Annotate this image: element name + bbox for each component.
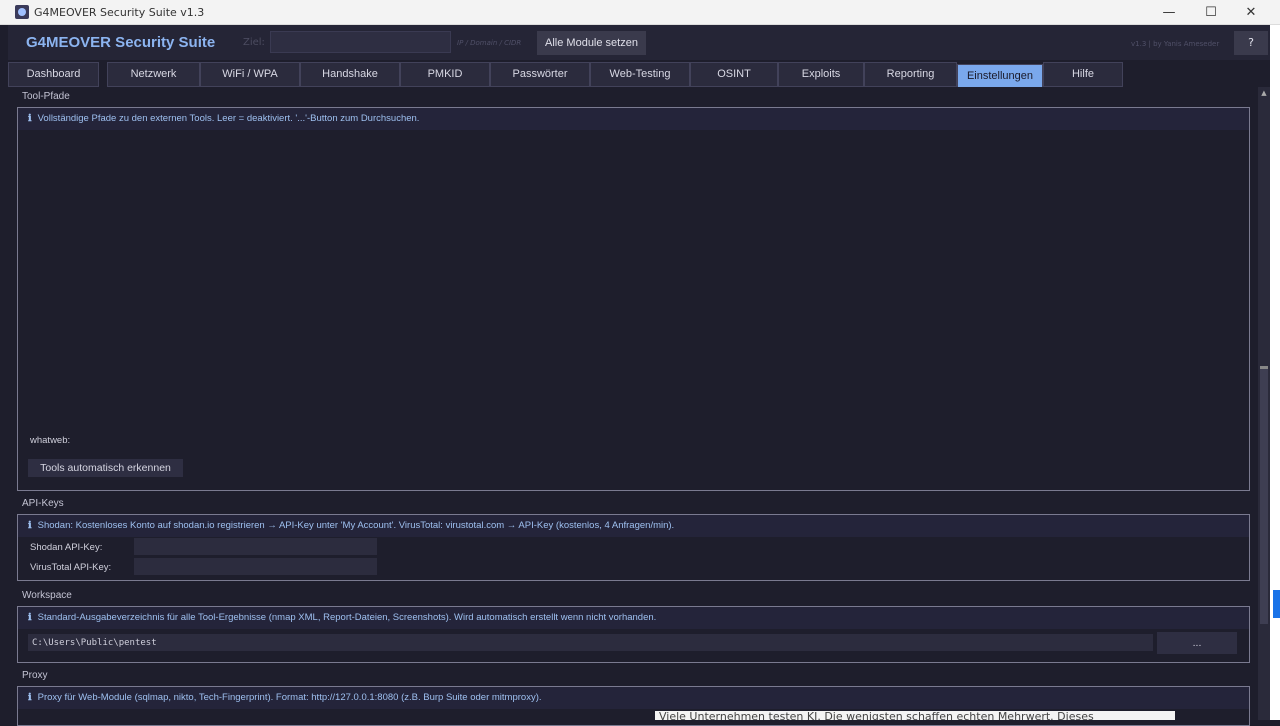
scroll-up-arrow-icon[interactable]: ▲ — [1258, 87, 1270, 99]
api-keys-info-text: Shodan: Kostenloses Konto auf shodan.io … — [37, 520, 675, 531]
background-window-edge — [1270, 25, 1280, 720]
tab-reporting[interactable]: Reporting — [864, 62, 957, 87]
tab-netzwerk[interactable]: Netzwerk — [107, 62, 200, 87]
tab-wifi-wpa[interactable]: WiFi / WPA — [200, 62, 300, 87]
workspace-path-input[interactable] — [28, 634, 1153, 651]
virustotal-key-input[interactable] — [134, 558, 377, 575]
app-icon — [15, 5, 29, 19]
tab-exploits[interactable]: Exploits — [778, 62, 864, 87]
api-keys-title: API-Keys — [22, 498, 64, 509]
set-all-modules-button[interactable]: Alle Module setzen — [537, 31, 646, 55]
proxy-title: Proxy — [22, 670, 48, 681]
app-logo: G4MEOVER Security Suite — [26, 34, 216, 51]
shodan-key-input[interactable] — [134, 538, 377, 555]
api-keys-info: ℹ Shodan: Kostenloses Konto auf shodan.io… — [18, 515, 1249, 537]
tool-paths-info: ℹ Vollständige Pfade zu den externen Tool… — [18, 108, 1249, 130]
whatweb-label: whatweb: — [30, 435, 71, 446]
version-label: v1.3 | by Yanis Ameseder — [1131, 40, 1220, 48]
workspace-group: ℹ Standard-Ausgabeverzeichnis für alle To… — [17, 606, 1250, 663]
workspace-title: Workspace — [22, 590, 72, 601]
tool-paths-info-text: Vollständige Pfade zu den externen Tools… — [37, 113, 420, 124]
workspace-info: ℹ Standard-Ausgabeverzeichnis für alle To… — [18, 607, 1249, 629]
tool-paths-title: Tool-Pfade — [22, 91, 70, 102]
shodan-key-label: Shodan API-Key: — [30, 542, 103, 553]
close-button[interactable]: ✕ — [1228, 0, 1274, 25]
minimize-button[interactable]: — — [1146, 0, 1192, 25]
tool-paths-group: ℹ Vollständige Pfade zu den externen Tool… — [17, 107, 1250, 491]
auto-detect-tools-button[interactable]: Tools automatisch erkennen — [28, 459, 183, 477]
virustotal-key-label: VirusTotal API-Key: — [30, 562, 112, 573]
proxy-info: ℹ Proxy für Web-Module (sqlmap, nikto, Te… — [18, 687, 1249, 709]
tab-handshake[interactable]: Handshake — [300, 62, 400, 87]
settings-scrollbar[interactable]: ▲ — [1258, 87, 1270, 720]
workspace-browse-button[interactable]: ... — [1157, 632, 1237, 654]
tab-einstellungen[interactable]: Einstellungen — [957, 64, 1043, 89]
target-input[interactable] — [270, 31, 451, 53]
proxy-info-text: Proxy für Web-Module (sqlmap, nikto, Tec… — [37, 692, 542, 703]
info-icon: ℹ — [28, 113, 32, 124]
info-icon: ℹ — [28, 520, 32, 531]
api-keys-group: ℹ Shodan: Kostenloses Konto auf shodan.io… — [17, 514, 1250, 581]
window-titlebar: G4MEOVER Security Suite v1.3 — ☐ ✕ — [0, 0, 1280, 25]
background-text: Viele Unternehmen testen KI. Die wenigst… — [655, 711, 1175, 720]
window-title: G4MEOVER Security Suite v1.3 — [34, 6, 205, 19]
workspace-info-text: Standard-Ausgabeverzeichnis für alle Too… — [37, 612, 657, 623]
help-button[interactable]: ? — [1234, 31, 1268, 55]
tab-dashboard[interactable]: Dashboard — [8, 62, 99, 87]
tab-pmkid[interactable]: PMKID — [400, 62, 490, 87]
settings-panel: Tool-Pfade ℹ Vollständige Pfade zu den ex… — [8, 87, 1258, 726]
tab-passwoerter[interactable]: Passwörter — [490, 62, 590, 87]
target-hint: IP / Domain / CIDR — [457, 39, 522, 47]
background-blue-element — [1273, 590, 1280, 618]
proxy-group: ℹ Proxy für Web-Module (sqlmap, nikto, Te… — [17, 686, 1250, 726]
app-header: G4MEOVER Security Suite Ziel: IP / Domai… — [8, 25, 1273, 60]
scroll-thumb[interactable] — [1260, 366, 1268, 624]
info-icon: ℹ — [28, 612, 32, 623]
tab-osint[interactable]: OSINT — [690, 62, 778, 87]
tab-hilfe[interactable]: Hilfe — [1043, 62, 1123, 87]
target-label: Ziel: — [243, 37, 265, 48]
info-icon: ℹ — [28, 692, 32, 703]
tab-web-testing[interactable]: Web-Testing — [590, 62, 690, 87]
